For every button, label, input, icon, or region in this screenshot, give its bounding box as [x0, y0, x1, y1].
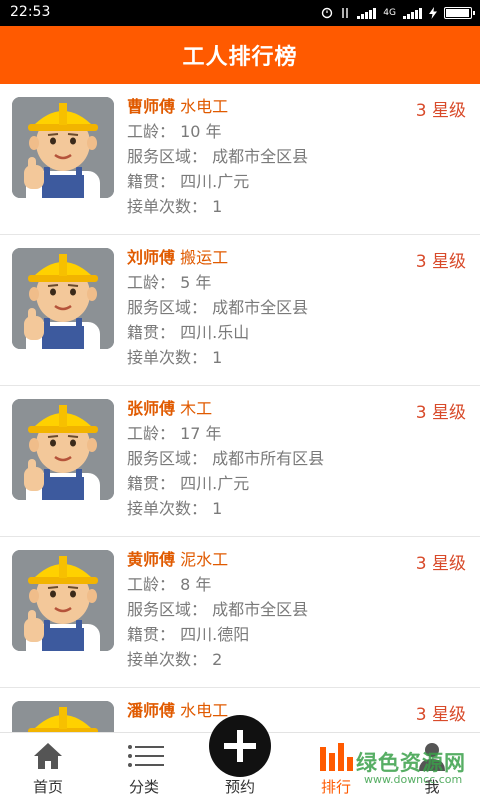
- network-type: 4G: [383, 8, 396, 18]
- service-area: 服务区域： 成都市全区县: [127, 600, 309, 619]
- tab-home[interactable]: 首页: [0, 733, 96, 801]
- order-count: 接单次数： 1: [127, 348, 223, 367]
- worker-avatar: [12, 701, 114, 732]
- worker-card[interactable]: 张师傅 木工 工龄： 17 年 服务区域： 成都市所有区县 籍贯： 四川.广元 …: [0, 386, 480, 537]
- worker-list[interactable]: 曹师傅 水电工 工龄： 10 年 服务区域： 成都市全区县 籍贯： 四川.广元 …: [0, 84, 480, 732]
- worker-name: 黄师傅: [127, 550, 176, 569]
- tab-label: 分类: [128, 778, 159, 796]
- watermark: 绿色资源网 www.downcc.com: [338, 745, 478, 795]
- page-title: 工人排行榜: [182, 45, 298, 70]
- alarm-icon: [322, 7, 333, 19]
- worker-avatar: [12, 550, 114, 651]
- hometown: 籍贯： 四川.广元: [127, 474, 250, 493]
- star-rank: 3 星级: [415, 403, 466, 423]
- tab-category[interactable]: 分类: [96, 733, 192, 801]
- worker-avatar: [12, 248, 114, 349]
- hometown: 籍贯： 四川.广元: [127, 172, 250, 191]
- order-count: 接单次数： 2: [127, 650, 223, 669]
- order-count: 接单次数： 1: [127, 499, 223, 518]
- order-count: 接单次数： 1: [127, 197, 223, 216]
- star-rank: 3 星级: [415, 705, 466, 725]
- worker-avatar: [12, 399, 114, 500]
- battery-icon: [444, 7, 475, 19]
- home-icon: [34, 743, 62, 769]
- status-time: 22:53: [10, 4, 51, 20]
- work-years: 工龄： 17 年: [127, 424, 222, 443]
- header-bar: 工人排行榜: [0, 26, 480, 84]
- worker-card[interactable]: 黄师傅 泥水工 工龄： 8 年 服务区域： 成都市全区县 籍贯： 四川.德阳 接…: [0, 537, 480, 688]
- service-area: 服务区域： 成都市全区县: [127, 147, 309, 166]
- service-area: 服务区域： 成都市全区县: [127, 298, 309, 317]
- hometown: 籍贯： 四川.乐山: [127, 323, 250, 342]
- tab-label: 首页: [32, 778, 63, 796]
- worker-trade: 水电工: [180, 97, 229, 116]
- worker-name: 曹师傅: [127, 97, 176, 116]
- worker-trade: 木工: [180, 399, 213, 418]
- data-transfer-icon: [342, 8, 348, 18]
- charging-icon: [429, 7, 437, 19]
- worker-name: 潘师傅: [127, 701, 176, 720]
- signal-icon-2: [403, 7, 422, 19]
- worker-card[interactable]: 刘师傅 搬运工 工龄： 5 年 服务区域： 成都市全区县 籍贯： 四川.乐山 接…: [0, 235, 480, 386]
- work-years: 工龄： 5 年: [127, 273, 212, 292]
- worker-trade: 泥水工: [180, 550, 229, 569]
- worker-trade: 水电工: [180, 701, 229, 720]
- signal-icon: [357, 7, 377, 19]
- worker-name: 张师傅: [127, 399, 176, 418]
- plus-icon[interactable]: [209, 715, 271, 777]
- worker-trade: 搬运工: [180, 248, 229, 267]
- worker-avatar: [12, 97, 114, 198]
- list-icon: [128, 745, 164, 767]
- status-icons: 4G: [321, 5, 475, 21]
- watermark-url: www.downcc.com: [364, 773, 463, 786]
- work-years: 工龄： 10 年: [127, 122, 222, 141]
- tab-label: 预约: [224, 778, 255, 796]
- status-bar: 22:53 4G: [0, 0, 480, 26]
- worker-card[interactable]: 曹师傅 水电工 工龄： 10 年 服务区域： 成都市全区县 籍贯： 四川.广元 …: [0, 84, 480, 235]
- hometown: 籍贯： 四川.德阳: [127, 625, 250, 644]
- bottom-tab-bar: 首页 分类 预约 排行 我 绿色资源网 www.downcc.com: [0, 715, 480, 801]
- star-rank: 3 星级: [415, 554, 466, 574]
- tab-booking[interactable]: 预约: [192, 715, 288, 801]
- star-rank: 3 星级: [415, 252, 466, 272]
- service-area: 服务区域： 成都市所有区县: [127, 449, 325, 468]
- work-years: 工龄： 8 年: [127, 575, 212, 594]
- worker-name: 刘师傅: [127, 248, 176, 267]
- star-rank: 3 星级: [415, 101, 466, 121]
